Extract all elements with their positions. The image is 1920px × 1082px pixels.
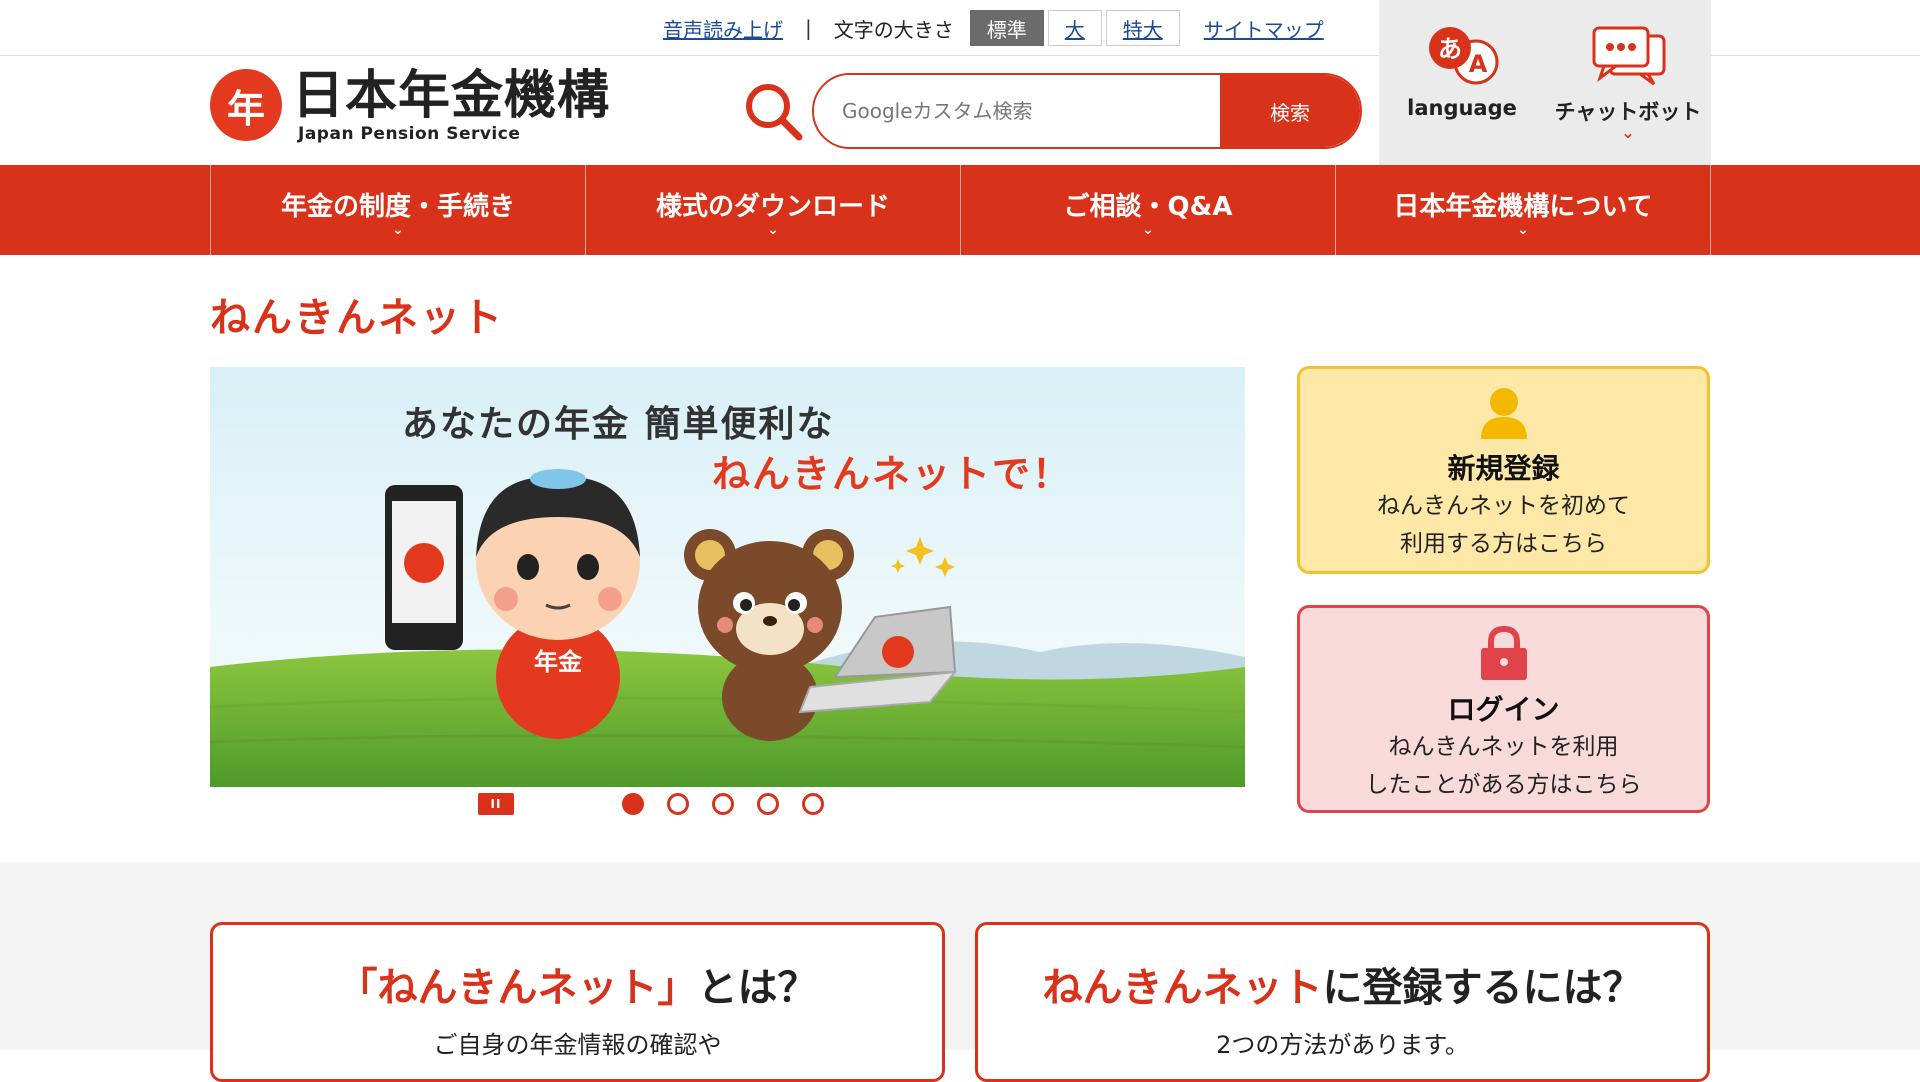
nav-item-label: 様式のダウンロード [655,191,890,222]
slider-dot-4[interactable] [757,793,779,815]
search-icon [746,84,803,141]
how-to-register-box[interactable]: ねんきんネットに登録するには？ 2つの方法があります。 [975,922,1710,1082]
register-box-subtitle: 2つの方法があります。 [1216,1031,1469,1059]
banner-mascot-label: 年金 [534,648,583,676]
chevron-down-icon: ⌄ [1142,221,1154,238]
utility-separator: | [805,16,812,40]
register-card-desc-1: ねんきんネットを初めて [1377,493,1630,519]
font-size-label: 文字の大きさ [833,17,954,42]
slider-dot-2[interactable] [667,793,689,815]
language-icon-glyph-a: あ [1438,35,1462,63]
chevron-down-icon: ⌄ [1517,221,1529,238]
about-box-title-rest: とは？ [697,965,818,1011]
login-card-title: ログイン [1447,693,1560,726]
slider-dot-1[interactable] [622,793,644,815]
lock-icon [1480,626,1527,680]
site-logo[interactable]: 年 日本年金機構 Japan Pension Service [210,66,610,144]
nav-item-about[interactable]: 日本年金機構について ⌄ [1336,165,1711,255]
chevron-down-icon: ⌄ [767,221,779,238]
search-form: 検索 [812,73,1362,149]
nav-item-pension-system[interactable]: 年金の制度・手続き ⌄ [211,165,586,255]
banner-headline: あなたの年金 簡単便利な [402,404,835,445]
hero-banner[interactable]: 年金 あなたの年金 簡単便利な ねんきんネットで！ [210,367,1245,787]
utility-links: 音声読み上げ | 文字の大きさ 標準 大 特大 サイトマップ [663,10,1324,46]
login-card[interactable]: ログイン ねんきんネットを利用 したことがある方はこちら [1297,605,1710,813]
register-box-title-rest: に登録するには？ [1322,965,1643,1011]
font-size-xlarge-button[interactable]: 特大 [1105,10,1180,46]
nav-item-label: ご相談・Q&A [1063,191,1233,222]
search-input[interactable] [814,75,1220,147]
nav-item-consult-qa[interactable]: ご相談・Q&A ⌄ [961,165,1336,255]
register-card[interactable]: 新規登録 ねんきんネットを初めて 利用する方はこちら [1297,366,1710,574]
banner-subheadline: ねんきんネットで！ [712,452,1073,496]
chat-bubble-icon [1592,26,1666,86]
nav-item-form-download[interactable]: 様式のダウンロード ⌄ [586,165,961,255]
language-icon: あ A [1429,27,1499,85]
logo-text: 日本年金機構 Japan Pension Service [292,66,610,144]
chatbot-button[interactable]: チャットボット ⌄ [1545,0,1711,165]
main-nav-items: 年金の制度・手続き ⌄ 様式のダウンロード ⌄ ご相談・Q&A ⌄ 日本年金機構… [210,165,1711,255]
logo-name: 日本年金機構 [292,66,611,126]
nav-item-label: 日本年金機構について [1393,191,1653,222]
sitemap-link[interactable]: サイトマップ [1204,14,1324,43]
page-title: ねんきんネット [210,295,504,341]
chevron-down-icon: ⌄ [392,221,404,238]
chevron-down-icon: ⌄ [1621,123,1635,142]
user-icon [1480,388,1527,439]
slider-pause-button[interactable]: II [478,793,514,815]
about-box-title-highlight: 「ねんきんネット」 [337,965,698,1011]
main-nav: 年金の制度・手続き ⌄ 様式のダウンロード ⌄ ご相談・Q&A ⌄ 日本年金機構… [0,165,1920,255]
login-card-desc-1: ねんきんネットを利用 [1388,734,1619,760]
slider-dots [622,793,847,815]
search-button[interactable]: 検索 [1220,75,1360,147]
read-aloud-link[interactable]: 音声読み上げ [663,14,783,43]
slider-dot-3[interactable] [712,793,734,815]
chatbot-label: チャットボット [1554,100,1702,124]
register-box-title-highlight: ねんきんネット [1042,965,1323,1011]
register-card-desc-2: 利用する方はこちら [1400,531,1607,557]
language-button[interactable]: あ A language [1379,0,1545,165]
logo-mark-icon: 年 [210,69,282,141]
register-card-title: 新規登録 [1447,452,1560,485]
about-box-title: 「ねんきんネット」とは？ [213,955,942,1013]
language-label: language [1407,96,1517,120]
logo-english: Japan Pension Service [298,124,521,144]
font-size-standard-button[interactable]: 標準 [969,10,1044,46]
login-card-desc-2: したことがある方はこちら [1365,772,1642,798]
font-size-large-button[interactable]: 大 [1047,10,1102,46]
slider-dot-5[interactable] [802,793,824,815]
language-icon-glyph-b: A [1469,50,1488,78]
register-box-title: ねんきんネットに登録するには？ [978,955,1707,1013]
about-nenkin-net-box[interactable]: 「ねんきんネット」とは？ ご自身の年金情報の確認や [210,922,945,1082]
about-box-subtitle: ご自身の年金情報の確認や [433,1031,722,1059]
nav-item-label: 年金の制度・手続き [280,191,515,222]
